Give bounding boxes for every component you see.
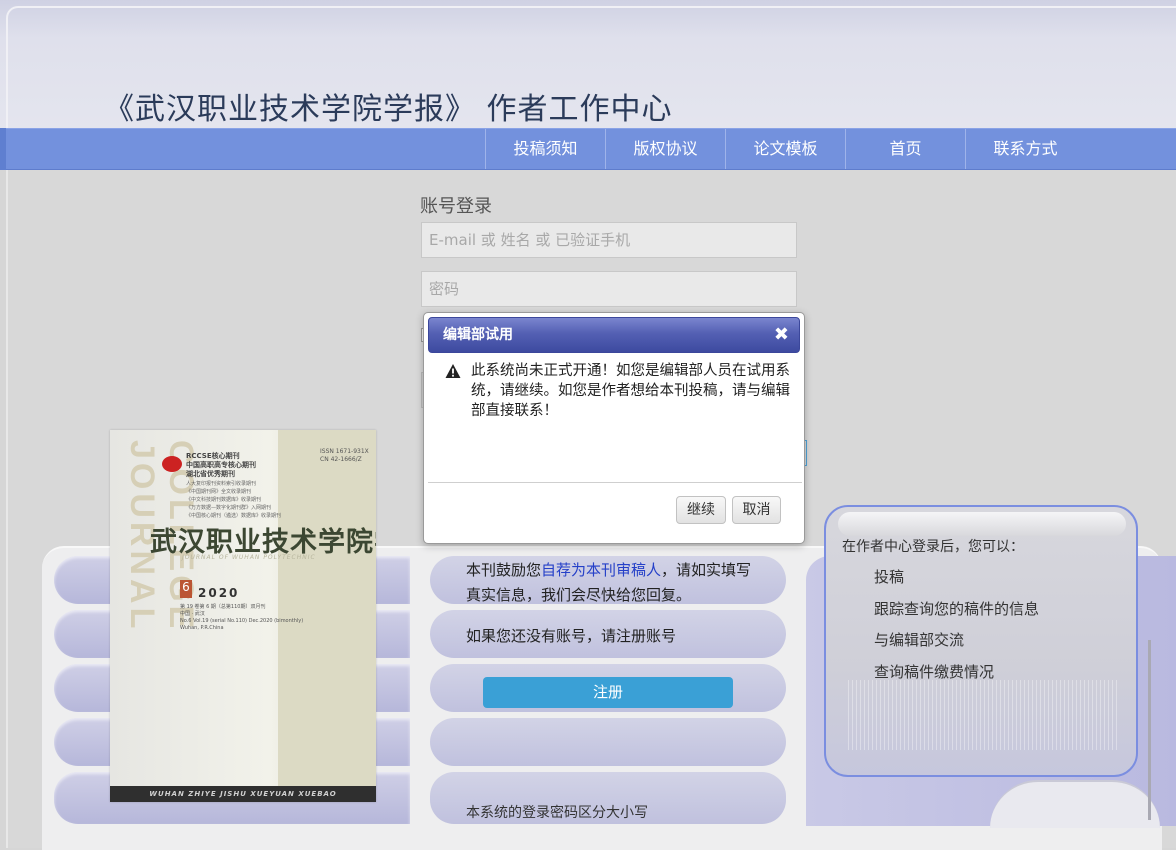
cover-categories: RCCSE核心期刊 中国高职高专核心期刊 湖北省优秀期刊 [186,452,256,478]
register-button[interactable]: 注册 [483,677,733,708]
reviewer-link[interactable]: 自荐为本刊审稿人 [541,561,661,579]
encourage-prefix: 本刊鼓励您 [466,561,542,579]
feature-item: 投稿 [874,568,905,586]
encourage-text: 本刊鼓励您自荐为本刊审稿人，请如实填写 真实信息，我们会尽快给您回复。 [466,558,751,608]
top-nav: 投稿须知 版权协议 论文模板 首页 联系方式 [6,128,1176,170]
cover-year: 2020 [198,586,240,600]
cover-volume: 第 19 卷第 6 期（总第110期）双月刊 中国 · 武汉 No.6 Vol.… [180,604,304,631]
nav-item-contact[interactable]: 联系方式 [965,129,1085,169]
close-icon[interactable]: ✖ [774,318,789,352]
nav-item-copyright[interactable]: 版权协议 [605,129,725,169]
cancel-button[interactable]: 取消 [732,496,781,524]
feature-item: 与编辑部交流 [874,631,965,649]
cover-footer: WUHAN ZHIYE JISHU XUEYUAN XUEBAO [110,786,376,802]
feature-item: 跟踪查询您的稿件的信息 [874,600,1040,618]
deco-shape [990,780,1160,828]
features-heading: 在作者中心登录后，您可以： [842,539,1024,555]
trial-dialog: 编辑部试用 ✖ 此系统尚未正式开通！如您是编辑部人员在试用系统，请继续。如您是作… [423,312,805,544]
nav-item-template[interactable]: 论文模板 [725,129,845,169]
case-sensitive-note: 本系统的登录密码区分大小写 [466,805,648,821]
page-title: 《武汉职业技术学院学报》 作者工作中心 [104,92,673,127]
feature-item: 查询稿件缴费情况 [874,663,995,681]
card-texture [848,680,1118,750]
warning-icon [445,364,461,378]
cover-en-title: JOURNAL OF WUHAN POLYTECHNIC [182,554,316,561]
dialog-message: 此系统尚未正式开通！如您是编辑部人员在试用系统，请继续。如您是作者想给本刊投稿，… [471,363,790,419]
encourage-suffix: ，请如实填写 [661,561,752,579]
cover-indexes: 人大复印报刊资料索引收录期刊 《中国期刊网》全文收录期刊 《中文科技期刊数据库》… [186,481,282,519]
card-shine [838,512,1126,536]
cover-issue: 6 [180,580,192,598]
deco-pole [1148,640,1151,820]
password-input[interactable] [421,271,797,307]
dialog-header: 编辑部试用 ✖ [428,317,800,353]
nav-item-home[interactable]: 首页 [845,129,965,169]
username-input[interactable] [421,222,797,258]
no-account-text: 如果您还没有账号，请注册账号 [466,627,677,645]
deco-pill [430,718,786,766]
encourage-line2: 真实信息，我们会尽快给您回复。 [466,586,692,604]
cover-issn: ISSN 1671-931X CN 42-1666/Z [320,448,369,463]
dialog-divider [428,482,802,483]
dialog-title: 编辑部试用 [443,327,513,343]
continue-button[interactable]: 继续 [676,496,726,524]
nav-item-submission-guide[interactable]: 投稿须知 [485,129,605,169]
cover-logo-icon [162,456,182,472]
login-title: 账号登录 [420,196,492,217]
journal-cover-image: COLLEGE JOURNAL RCCSE核心期刊 中国高职高专核心期刊 湖北省… [110,430,376,802]
